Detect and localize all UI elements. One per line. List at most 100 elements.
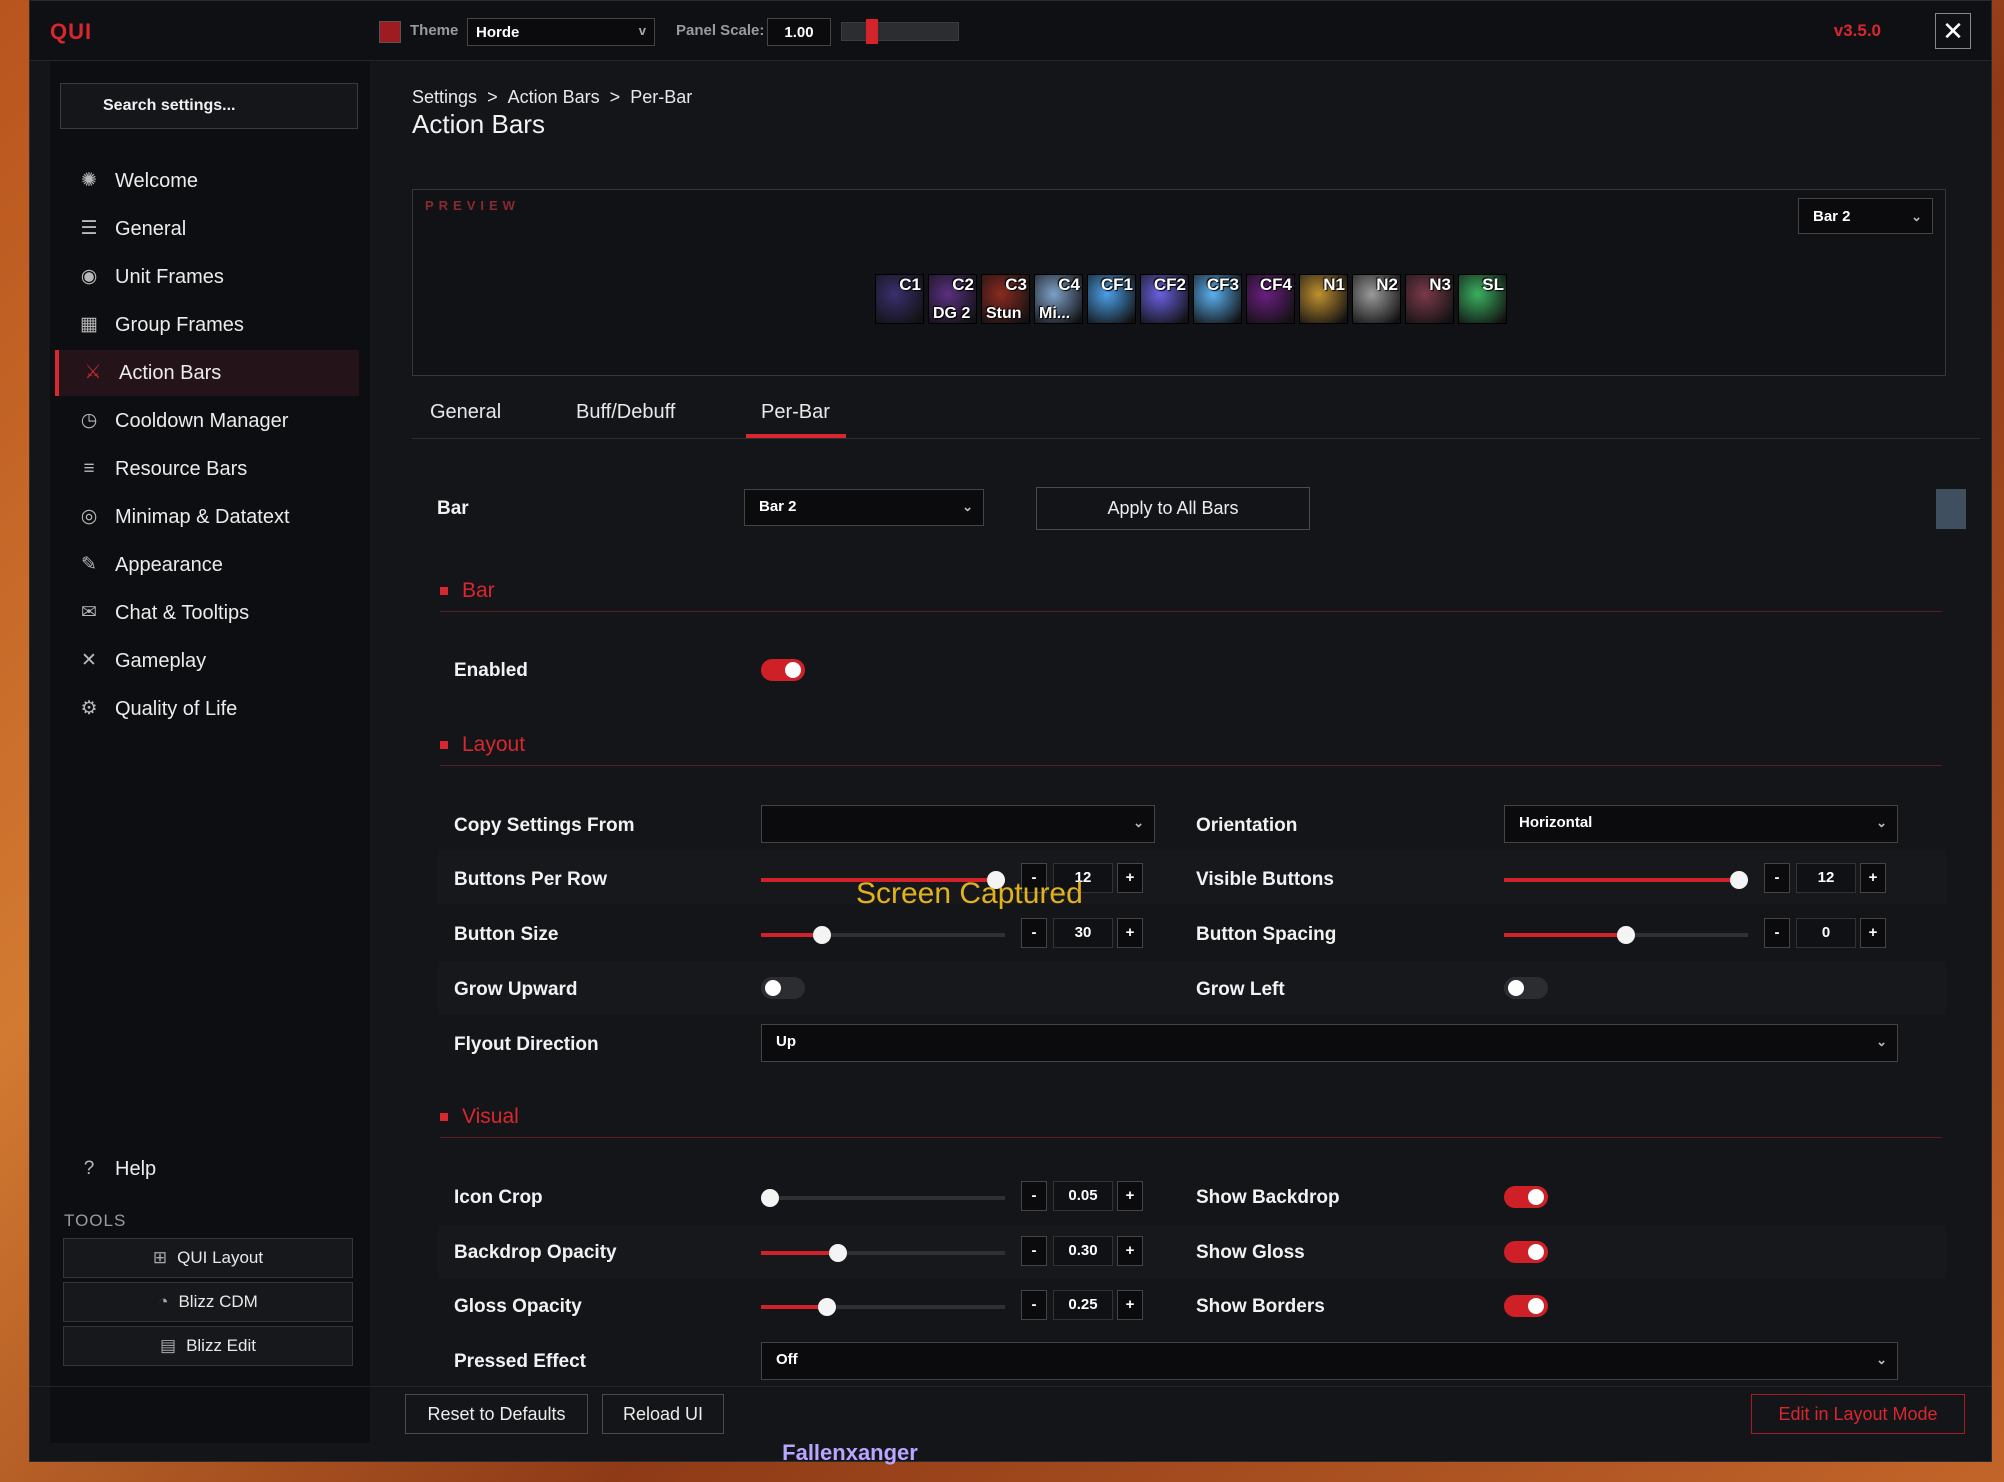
gloss-opacity-increment-button[interactable]: + <box>1117 1290 1143 1320</box>
hotkey-label: SL <box>1482 275 1504 294</box>
action-button-icon[interactable]: C1 <box>875 274 924 324</box>
sidebar-item-group-frames[interactable]: ▦ Group Frames <box>55 302 359 348</box>
sidebar-item-label: General <box>115 218 187 240</box>
bar-select[interactable]: Bar 2 ⌄ <box>744 489 984 526</box>
sliders-icon: ☰ <box>80 218 98 239</box>
edit-in-layout-mode-button[interactable]: Edit in Layout Mode <box>1751 1394 1965 1434</box>
flyout-direction-select[interactable]: Up ⌄ <box>761 1024 1898 1062</box>
action-button-icon[interactable]: N1 <box>1299 274 1348 324</box>
visible-buttons-decrement-button[interactable]: - <box>1764 863 1790 893</box>
button-spacing-slider[interactable] <box>1504 926 1748 944</box>
bar-label: Bar <box>437 498 469 519</box>
slider-fill <box>1504 878 1748 882</box>
action-button-icon[interactable]: CF2 <box>1140 274 1189 324</box>
slider-thumb[interactable] <box>812 926 831 944</box>
sidebar-item-action-bars[interactable]: ⚔ Action Bars <box>55 350 359 396</box>
backdrop-opacity-decrement-button[interactable]: - <box>1021 1236 1047 1266</box>
tool-blizz-cdm-button[interactable]: ◔ Blizz CDM <box>63 1282 353 1322</box>
enabled-toggle[interactable] <box>761 659 805 681</box>
show-backdrop-toggle[interactable] <box>1504 1186 1548 1208</box>
visible-buttons-slider[interactable] <box>1504 871 1748 889</box>
sidebar-item-minimap-datatext[interactable]: ◎ Minimap & Datatext <box>55 494 359 540</box>
reload-ui-button[interactable]: Reload UI <box>602 1394 724 1434</box>
button-size-label: Button Size <box>454 924 559 945</box>
action-button-icon[interactable]: CF1 <box>1087 274 1136 324</box>
icon-crop-slider[interactable] <box>761 1189 1005 1207</box>
sidebar-item-general[interactable]: ☰ General <box>55 206 359 252</box>
tool-blizz-edit-button[interactable]: ▤ Blizz Edit <box>63 1326 353 1366</box>
slider-thumb[interactable] <box>761 1189 779 1207</box>
grow-left-toggle[interactable] <box>1504 977 1548 999</box>
action-button-icon[interactable]: SL <box>1458 274 1507 324</box>
action-button-icon[interactable]: C4 Mi... <box>1034 274 1083 324</box>
sidebar-item-help[interactable]: ? Help <box>55 1146 359 1192</box>
chevron-down-icon: v <box>638 23 646 38</box>
copy-settings-select[interactable]: ⌄ <box>761 805 1155 843</box>
sidebar-item-appearance[interactable]: ✎ Appearance <box>55 542 359 588</box>
sidebar-item-chat-tooltips[interactable]: ✉ Chat & Tooltips <box>55 590 359 636</box>
icon-crop-decrement-button[interactable]: - <box>1021 1181 1047 1211</box>
visible-buttons-increment-button[interactable]: + <box>1860 863 1886 893</box>
button-size-decrement-button[interactable]: - <box>1021 918 1047 948</box>
grow-upward-toggle[interactable] <box>761 977 805 999</box>
slider-thumb[interactable] <box>1730 871 1748 889</box>
button-size-slider[interactable] <box>761 926 1005 944</box>
portrait-icon: ◉ <box>80 266 98 287</box>
sidebar-item-cooldown-manager[interactable]: ◷ Cooldown Manager <box>55 398 359 444</box>
tab-buff-debuff[interactable]: Buff/Debuff <box>576 401 675 424</box>
button-size-increment-button[interactable]: + <box>1117 918 1143 948</box>
tab-general[interactable]: General <box>430 401 501 424</box>
hotkey-label: C2 <box>952 275 974 294</box>
visible-buttons-value-input[interactable]: 12 <box>1796 863 1856 893</box>
app-logo: QUI <box>50 19 93 44</box>
backdrop-opacity-value-input[interactable]: 0.30 <box>1053 1236 1113 1266</box>
action-button-icon[interactable]: CF3 <box>1193 274 1242 324</box>
close-button[interactable]: ✕ <box>1935 13 1971 49</box>
sidebar-item-quality-of-life[interactable]: ⚙ Quality of Life <box>55 686 359 732</box>
sidebar-item-gameplay[interactable]: ✕ Gameplay <box>55 638 359 684</box>
button-spacing-decrement-button[interactable]: - <box>1764 918 1790 948</box>
panel-scale-input[interactable]: 1.00 <box>767 18 831 46</box>
tab-per-bar[interactable]: Per-Bar <box>761 401 830 424</box>
button-size-value-input[interactable]: 30 <box>1053 918 1113 948</box>
backdrop-opacity-slider[interactable] <box>761 1244 1005 1262</box>
orientation-select[interactable]: Horizontal ⌄ <box>1504 805 1898 843</box>
action-button-icon[interactable]: C3 Stun <box>981 274 1030 324</box>
theme-select[interactable]: Horde v <box>467 18 655 46</box>
gloss-opacity-value-input[interactable]: 0.25 <box>1053 1290 1113 1320</box>
breadcrumb-action-bars[interactable]: Action Bars <box>508 87 600 107</box>
backdrop-opacity-increment-button[interactable]: + <box>1117 1236 1143 1266</box>
gloss-opacity-decrement-button[interactable]: - <box>1021 1290 1047 1320</box>
button-spacing-increment-button[interactable]: + <box>1860 918 1886 948</box>
theme-color-swatch[interactable] <box>379 21 401 43</box>
show-borders-toggle[interactable] <box>1504 1295 1548 1317</box>
slider-thumb[interactable] <box>1617 926 1635 944</box>
action-button-icon[interactable]: N2 <box>1352 274 1401 324</box>
chevron-down-icon: ⌄ <box>1876 815 1887 830</box>
panel-scale-thumb[interactable] <box>866 19 878 44</box>
action-button-icon[interactable]: CF4 <box>1246 274 1295 324</box>
sidebar-item-welcome[interactable]: ✺ Welcome <box>55 158 359 204</box>
slider-thumb[interactable] <box>817 1298 836 1316</box>
icon-crop-increment-button[interactable]: + <box>1117 1181 1143 1211</box>
action-button-icon[interactable]: C2 DG 2 <box>928 274 977 324</box>
search-input[interactable]: Search settings... <box>60 83 358 129</box>
sidebar-item-unit-frames[interactable]: ◉ Unit Frames <box>55 254 359 300</box>
show-gloss-toggle[interactable] <box>1504 1241 1548 1263</box>
action-button-icon[interactable]: N3 <box>1405 274 1454 324</box>
tool-qui-layout-button[interactable]: ⊞ QUI Layout <box>63 1238 353 1278</box>
buttons-per-row-increment-button[interactable]: + <box>1117 863 1143 893</box>
apply-to-all-bars-button[interactable]: Apply to All Bars <box>1036 487 1310 530</box>
pressed-effect-select[interactable]: Off ⌄ <box>761 1342 1898 1380</box>
button-spacing-value-input[interactable]: 0 <box>1796 918 1856 948</box>
breadcrumb-settings[interactable]: Settings <box>412 87 477 107</box>
panel-scale-slider[interactable] <box>841 22 959 41</box>
scrollbar-thumb[interactable] <box>1936 489 1966 529</box>
version-label: v3.5.0 <box>1833 21 1881 40</box>
icon-crop-value-input[interactable]: 0.05 <box>1053 1181 1113 1211</box>
sidebar-item-resource-bars[interactable]: ≡ Resource Bars <box>55 446 359 492</box>
slider-thumb[interactable] <box>828 1244 847 1262</box>
preview-bar-select[interactable]: Bar 2 ⌄ <box>1798 198 1933 234</box>
gloss-opacity-slider[interactable] <box>761 1298 1005 1316</box>
reset-to-defaults-button[interactable]: Reset to Defaults <box>405 1394 588 1434</box>
